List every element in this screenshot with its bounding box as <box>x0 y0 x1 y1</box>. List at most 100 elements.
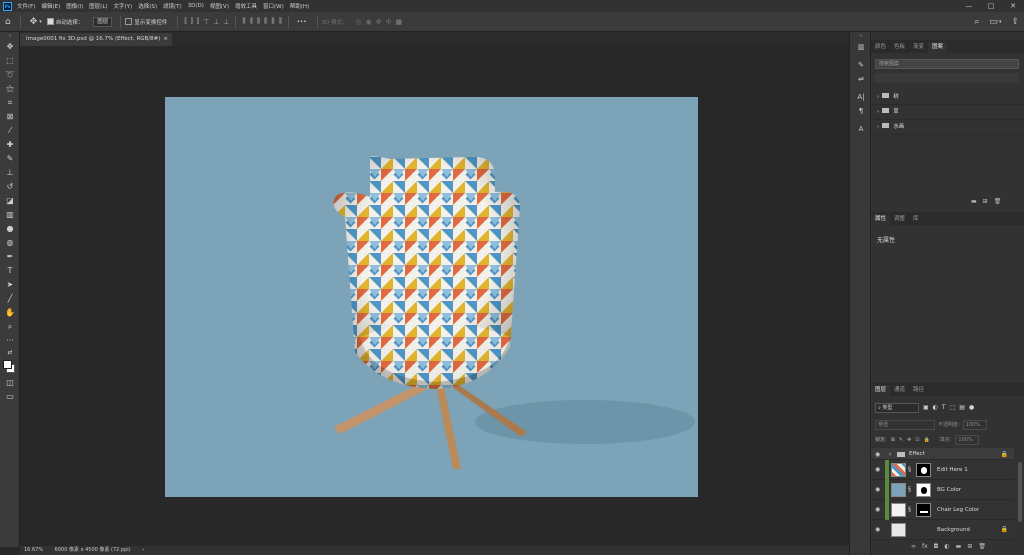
delete-icon[interactable]: 🗑 <box>978 543 986 555</box>
menu-layer[interactable]: 图层(L) <box>89 2 107 10</box>
magic-wand-tool-icon[interactable]: ⚝ <box>0 82 20 96</box>
pattern-folder[interactable]: › 水画 <box>871 120 1024 135</box>
layer-row-chair-leg[interactable]: ◉ § Chair Leg Color <box>871 500 1014 520</box>
eyedropper-tool-icon[interactable]: ⁄ <box>0 124 20 138</box>
foreground-color-swatch[interactable] <box>3 360 12 369</box>
filter-adjust-icon[interactable]: ◐ <box>933 404 938 411</box>
eye-icon[interactable]: ◉ <box>875 506 880 513</box>
zoom-tool-icon[interactable]: ⌕ <box>0 320 20 334</box>
layer-row-background[interactable]: ◉ Background 🔒 <box>871 520 1014 540</box>
filter-shape-icon[interactable]: ⬚ <box>950 404 956 411</box>
link-icon[interactable]: ∞ <box>911 543 916 555</box>
pen-tool-icon[interactable]: ✒ <box>0 250 20 264</box>
document-canvas[interactable] <box>165 97 698 497</box>
zoom-level[interactable]: 16.67% <box>24 547 43 553</box>
lasso-tool-icon[interactable]: ➰ <box>0 68 20 82</box>
move-tool-icon[interactable]: ✥ <box>0 40 20 54</box>
filter-toggle-icon[interactable]: ● <box>969 404 974 411</box>
more-options-button[interactable]: ••• <box>297 19 307 25</box>
delete-icon[interactable]: 🗑 <box>994 198 1002 210</box>
character-panel-icon[interactable]: A| <box>850 90 872 104</box>
lock-artboard-icon[interactable]: ⊡ <box>915 437 919 443</box>
slide-3d-icon[interactable]: ✣ <box>386 18 392 26</box>
blend-mode-dropdown[interactable]: 穿透 <box>875 419 935 430</box>
edit-toolbar-icon[interactable]: ··· <box>0 334 20 348</box>
chevron-right-icon[interactable]: › <box>877 109 879 115</box>
close-tab-icon[interactable]: × <box>163 33 168 46</box>
history-panel-icon[interactable]: ▥ <box>850 40 872 54</box>
distribute-icon[interactable]: ⫼ <box>264 17 267 26</box>
tab-patterns[interactable]: 图案 <box>928 42 948 53</box>
collapse-icon[interactable]: » <box>0 32 20 40</box>
layers-scrollbar[interactable] <box>1018 462 1022 522</box>
maximize-button[interactable]: □ <box>980 2 1002 10</box>
menu-file[interactable]: 文件(F) <box>17 2 35 10</box>
lock-position-icon[interactable]: ✥ <box>907 437 911 443</box>
distribute-icon[interactable]: ⫼ <box>250 17 253 26</box>
eraser-tool-icon[interactable]: ◪ <box>0 194 20 208</box>
distribute-icon[interactable]: ⫼ <box>279 17 282 26</box>
quick-mask-icon[interactable]: ◫ <box>0 376 20 390</box>
layer-row-effect[interactable]: ◉ › Effect 🔒 <box>871 448 1014 460</box>
eye-icon[interactable]: ◉ <box>875 466 880 473</box>
canvas-area[interactable] <box>20 46 849 546</box>
glyphs-panel-icon[interactable]: A <box>850 122 872 136</box>
paragraph-panel-icon[interactable]: ¶ <box>850 104 872 118</box>
document-tab[interactable]: Image0001 fix 3D.psd @ 16.7% (Effect, RG… <box>20 33 172 46</box>
distribute-icon[interactable]: ⫼ <box>242 17 245 26</box>
screen-mode-icon[interactable]: ▭ <box>0 390 20 404</box>
crop-tool-icon[interactable]: ⌗ <box>0 96 20 110</box>
stamp-tool-icon[interactable]: ⊥ <box>0 166 20 180</box>
chevron-right-icon[interactable]: › <box>877 124 879 130</box>
new-folder-icon[interactable]: ▬ <box>971 198 977 210</box>
brush-settings-icon[interactable]: ✎ <box>850 58 872 72</box>
fill-field[interactable]: 100% <box>955 434 980 445</box>
menu-select[interactable]: 选择(S) <box>138 2 157 10</box>
pattern-search-input[interactable]: 搜索图案 <box>875 59 1019 69</box>
roll-3d-icon[interactable]: ◉ <box>366 18 372 26</box>
filter-smart-icon[interactable]: ▤ <box>959 404 965 411</box>
distribute-icon[interactable]: ⫼ <box>257 17 260 26</box>
minimize-button[interactable]: — <box>958 2 980 10</box>
distribute-icon[interactable]: ⫼ <box>271 17 274 26</box>
tab-channels[interactable]: 通道 <box>890 385 909 396</box>
eye-icon[interactable]: ◉ <box>875 526 880 533</box>
align-top-icon[interactable]: ⊤ <box>203 18 209 26</box>
chevron-down-icon[interactable]: ▾ <box>39 19 42 25</box>
layer-filter-dropdown[interactable]: ⌕ 类型 <box>875 402 919 413</box>
tab-properties[interactable]: 属性 <box>871 214 891 225</box>
group-icon[interactable]: ▬ <box>956 543 962 555</box>
move-tool-icon[interactable]: ✥ <box>30 17 38 27</box>
orbit-3d-icon[interactable]: ◎ <box>356 18 362 26</box>
auto-select-checkbox[interactable] <box>46 18 54 25</box>
tab-color[interactable]: 颜色 <box>871 42 890 53</box>
share-icon[interactable]: ⇪ <box>1011 17 1019 27</box>
adjustments-icon[interactable]: ⇌ <box>850 72 872 86</box>
layer-row-edit-here[interactable]: ◉ § Edit Here 1 <box>871 460 1014 480</box>
workspace-icon[interactable]: ▭ <box>989 17 998 27</box>
menu-filter[interactable]: 滤镜(T) <box>163 2 182 10</box>
align-right-icon[interactable]: ⫿ <box>197 17 199 26</box>
status-arrow-icon[interactable]: › <box>142 547 144 553</box>
gradient-tool-icon[interactable]: ▥ <box>0 208 20 222</box>
align-middle-icon[interactable]: ⊥ <box>213 18 219 26</box>
menu-edit[interactable]: 编辑(E) <box>41 2 60 10</box>
layer-row-bg-color[interactable]: ◉ § BG Color <box>871 480 1014 500</box>
menu-plugins[interactable]: 增效工具 <box>235 2 257 10</box>
align-bottom-icon[interactable]: ⊥ <box>223 18 229 26</box>
chevron-right-icon[interactable]: › <box>889 451 891 458</box>
brush-tool-icon[interactable]: ✎ <box>0 152 20 166</box>
align-left-icon[interactable]: ⫿ <box>184 17 186 26</box>
lock-all-icon[interactable]: 🔒 <box>924 437 930 443</box>
search-icon[interactable]: ⌕ <box>974 17 979 27</box>
dodge-tool-icon[interactable]: ◍ <box>0 236 20 250</box>
show-transform-checkbox[interactable] <box>125 18 133 25</box>
eye-icon[interactable]: ◉ <box>875 451 880 458</box>
hand-tool-icon[interactable]: ✋ <box>0 306 20 320</box>
path-select-tool-icon[interactable]: ➤ <box>0 278 20 292</box>
menu-type[interactable]: 文字(Y) <box>114 2 133 10</box>
adjust-icon[interactable]: ◐ <box>944 543 949 555</box>
tab-swatches[interactable]: 色板 <box>890 42 909 53</box>
filter-pixel-icon[interactable]: ▣ <box>923 404 929 411</box>
swap-colors-icon[interactable]: ⇄ <box>0 348 20 358</box>
